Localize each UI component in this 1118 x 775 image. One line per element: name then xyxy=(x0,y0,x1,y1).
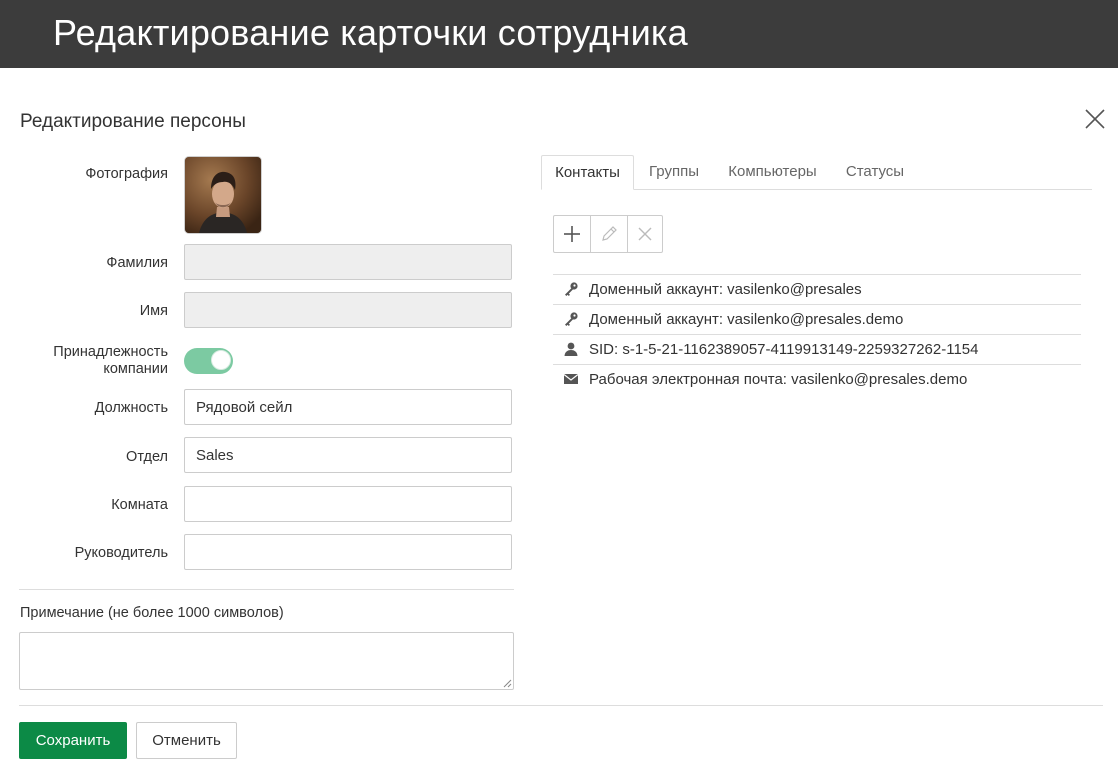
cancel-button[interactable]: Отменить xyxy=(136,722,237,759)
contact-row[interactable]: SID: s-1-5-21-1162389057-4119913149-2259… xyxy=(553,334,1081,364)
toggle-knob xyxy=(211,350,231,370)
position-label: Должность xyxy=(94,400,168,416)
contact-text: SID: s-1-5-21-1162389057-4119913149-2259… xyxy=(589,341,979,358)
position-field[interactable]: Рядовой сейл xyxy=(184,389,512,425)
photo-label: Фотография xyxy=(85,166,168,182)
edit-contact-button[interactable] xyxy=(591,216,627,252)
room-field[interactable] xyxy=(184,486,512,522)
plus-icon xyxy=(564,226,580,242)
company-label: Принадлежность компании xyxy=(53,344,168,377)
company-toggle[interactable] xyxy=(184,348,233,374)
note-textarea[interactable] xyxy=(19,632,514,690)
department-label: Отдел xyxy=(126,449,168,465)
contact-text: Доменный аккаунт: vasilenko@presales xyxy=(589,281,862,298)
person-photo-image xyxy=(185,157,261,233)
lastname-field[interactable] xyxy=(184,244,512,280)
manager-field[interactable] xyxy=(184,534,512,570)
key-icon xyxy=(565,312,578,326)
page-title: Редактирование карточки сотрудника xyxy=(53,12,688,53)
contact-row[interactable]: Доменный аккаунт: vasilenko@presales xyxy=(553,274,1081,304)
add-contact-button[interactable] xyxy=(554,216,590,252)
lastname-label: Фамилия xyxy=(106,255,168,271)
tab-contacts[interactable]: Контакты xyxy=(541,155,634,190)
tab-computers[interactable]: Компьютеры xyxy=(714,155,831,189)
close-icon xyxy=(1085,109,1105,129)
delete-contact-button[interactable] xyxy=(627,216,663,252)
save-button[interactable]: Сохранить xyxy=(19,722,127,759)
department-field[interactable]: Sales xyxy=(184,437,512,473)
key-icon xyxy=(565,282,578,296)
divider xyxy=(19,589,514,590)
contact-row[interactable]: Рабочая электронная почта: vasilenko@pre… xyxy=(553,364,1081,394)
contact-text: Рабочая электронная почта: vasilenko@pre… xyxy=(589,371,968,388)
page-header: Редактирование карточки сотрудника xyxy=(0,0,1118,68)
resize-grip-icon[interactable] xyxy=(503,679,512,688)
tab-statuses[interactable]: Статусы xyxy=(831,155,919,189)
note-label: Примечание (не более 1000 символов) xyxy=(20,605,284,621)
tab-bar: Контакты Группы Компьютеры Статусы xyxy=(541,155,1092,190)
contact-row[interactable]: Доменный аккаунт: vasilenko@presales.dem… xyxy=(553,304,1081,334)
room-label: Комната xyxy=(111,497,168,513)
tab-groups[interactable]: Группы xyxy=(634,155,714,189)
person-photo[interactable] xyxy=(184,156,262,234)
firstname-label: Имя xyxy=(139,303,168,319)
close-button[interactable] xyxy=(1084,108,1106,130)
dialog-title: Редактирование персоны xyxy=(20,111,246,132)
footer-divider xyxy=(19,705,1103,706)
manager-label: Руководитель xyxy=(74,545,168,561)
firstname-field[interactable] xyxy=(184,292,512,328)
delete-icon xyxy=(638,227,652,241)
user-icon xyxy=(564,342,578,356)
contacts-toolbar xyxy=(553,215,663,253)
pencil-icon xyxy=(602,226,617,241)
contact-text: Доменный аккаунт: vasilenko@presales.dem… xyxy=(589,311,904,328)
envelope-icon xyxy=(563,374,579,384)
